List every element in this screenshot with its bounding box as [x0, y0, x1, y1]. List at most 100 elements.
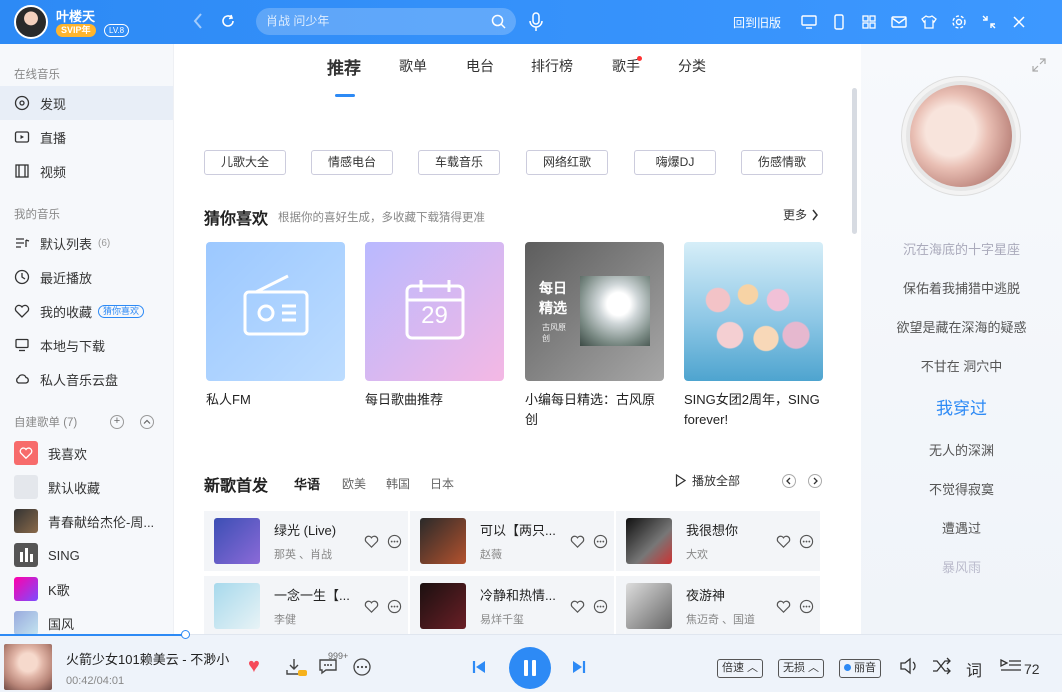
song-item[interactable]: 一念一生【... 李健: [204, 576, 408, 634]
category-chip[interactable]: 嗨爆DJ: [634, 150, 716, 175]
lyrics-toggle-button[interactable]: 词: [966, 657, 982, 681]
now-playing-cover[interactable]: [4, 644, 52, 690]
like-icon[interactable]: [570, 534, 585, 549]
sidebar-item-local-download[interactable]: 本地与下载: [0, 328, 173, 362]
song-item[interactable]: 绿光 (Live) 那英 、肖战: [204, 511, 408, 571]
song-name[interactable]: 我很想你: [686, 520, 772, 539]
close-icon[interactable]: [1010, 13, 1028, 31]
tab-singers[interactable]: 歌手: [612, 56, 640, 76]
song-artist[interactable]: 易烊千玺: [480, 611, 566, 627]
card-title[interactable]: 私人FM: [206, 390, 352, 410]
playlist-queue-icon[interactable]: [1000, 657, 1022, 675]
sidebar-item-discover[interactable]: 发现: [0, 86, 173, 120]
voice-search-icon[interactable]: [528, 12, 544, 32]
lang-tab-chinese[interactable]: 华语: [294, 474, 320, 493]
tab-categories[interactable]: 分类: [678, 56, 706, 76]
like-icon[interactable]: [364, 534, 379, 549]
more-options-icon[interactable]: [593, 599, 608, 614]
progress-handle[interactable]: [180, 630, 190, 639]
song-item[interactable]: 我很想你 大欢: [616, 511, 820, 571]
search-icon[interactable]: [491, 14, 506, 29]
back-to-old-version-button[interactable]: 回到旧版: [733, 14, 781, 31]
more-options-icon[interactable]: [799, 599, 814, 614]
song-name[interactable]: 夜游神: [686, 585, 772, 604]
sidebar-item-favorites[interactable]: 我的收藏 猜你喜欢: [0, 294, 173, 328]
like-icon[interactable]: [776, 534, 791, 549]
mini-mode-icon[interactable]: [980, 13, 998, 31]
lang-tab-japanese[interactable]: 日本: [430, 475, 454, 492]
song-name[interactable]: 一念一生【...: [274, 585, 360, 604]
settings-gear-icon[interactable]: [950, 13, 968, 31]
category-chip[interactable]: 网络红歌: [526, 150, 608, 175]
refresh-icon[interactable]: [219, 12, 237, 30]
sidebar-item-live[interactable]: 直播: [0, 120, 173, 154]
more-options-icon[interactable]: [799, 534, 814, 549]
card-title[interactable]: 小编每日精选：古风原创: [525, 390, 665, 430]
apps-grid-icon[interactable]: [860, 13, 878, 31]
more-options-icon[interactable]: [593, 534, 608, 549]
category-chip[interactable]: 伤感情歌: [741, 150, 823, 175]
album-disc[interactable]: [902, 77, 1020, 195]
search-input[interactable]: 肖战 问少年: [256, 8, 516, 35]
category-chip[interactable]: 车载音乐: [418, 150, 500, 175]
category-chip[interactable]: 儿歌大全: [204, 150, 286, 175]
add-playlist-icon[interactable]: +: [110, 415, 124, 429]
quality-button[interactable]: 无损 ︿: [778, 659, 825, 678]
song-item[interactable]: 可以【两只... 赵薇: [410, 511, 614, 571]
category-chip[interactable]: 情感电台: [311, 150, 393, 175]
back-arrow-icon[interactable]: [192, 12, 204, 30]
tab-charts[interactable]: 排行榜: [531, 56, 573, 76]
playlist-item[interactable]: K歌: [0, 572, 173, 606]
progress-bar[interactable]: [0, 634, 185, 636]
guess-you-like-tag[interactable]: 猜你喜欢: [98, 304, 145, 318]
song-item[interactable]: 夜游神焦迈奇 、国道: [616, 576, 820, 634]
playlist-item[interactable]: SING: [0, 538, 173, 572]
lang-tab-korean[interactable]: 韩国: [386, 475, 410, 492]
next-page-icon[interactable]: [808, 474, 822, 488]
more-options-icon[interactable]: [387, 534, 402, 549]
song-item[interactable]: 冷静和热情... 易烊千玺: [410, 576, 614, 634]
more-button[interactable]: 更多: [783, 206, 819, 223]
playlist-item[interactable]: 默认收藏: [0, 470, 173, 504]
collapse-playlists-icon[interactable]: [140, 415, 154, 429]
editor-picks-card[interactable]: 每日精选 古风原创: [525, 242, 664, 381]
song-name[interactable]: 绿光 (Live): [274, 520, 360, 539]
like-icon[interactable]: [776, 599, 791, 614]
shuffle-icon[interactable]: [932, 657, 952, 675]
next-track-icon[interactable]: [571, 659, 587, 675]
username[interactable]: 叶楼天: [56, 6, 95, 25]
tab-radio[interactable]: 电台: [466, 56, 494, 76]
now-playing-title[interactable]: 火箭少女101赖美云 - 不渺小: [66, 649, 229, 668]
song-artist[interactable]: 那英 、肖战: [274, 546, 360, 562]
sidebar-item-cloud[interactable]: 私人音乐云盘: [0, 362, 173, 396]
card-title[interactable]: 每日歌曲推荐: [365, 390, 511, 410]
song-name[interactable]: 冷静和热情...: [480, 585, 566, 604]
private-fm-card[interactable]: [206, 242, 345, 381]
more-options-icon[interactable]: [387, 599, 402, 614]
tab-recommend[interactable]: 推荐: [327, 54, 361, 79]
previous-track-icon[interactable]: [471, 659, 487, 675]
expand-icon[interactable]: [1032, 58, 1046, 72]
song-artist[interactable]: 李健: [274, 611, 360, 627]
like-icon[interactable]: [364, 599, 379, 614]
play-all-button[interactable]: 播放全部: [675, 472, 740, 489]
song-artist[interactable]: 赵薇: [480, 546, 566, 562]
tab-playlists[interactable]: 歌单: [399, 56, 427, 76]
skin-icon[interactable]: [920, 13, 938, 31]
sidebar-item-recent[interactable]: 最近播放: [0, 260, 173, 294]
song-name[interactable]: 可以【两只...: [480, 520, 566, 539]
sing-anniversary-card[interactable]: [684, 242, 823, 381]
more-options-icon[interactable]: [352, 657, 372, 677]
svip-badge[interactable]: SVIP年: [56, 24, 96, 37]
song-artist[interactable]: 大欢: [686, 546, 772, 562]
song-artist[interactable]: 焦迈奇 、国道: [686, 611, 772, 627]
playlist-item[interactable]: 国风: [0, 606, 173, 634]
mobile-icon[interactable]: [830, 13, 848, 31]
speed-button[interactable]: 倍速 ︿: [717, 659, 764, 678]
card-title[interactable]: SING女团2周年，SING forever!: [684, 390, 829, 430]
daily-songs-card[interactable]: 29: [365, 242, 504, 381]
desktop-icon[interactable]: [800, 13, 818, 31]
playlist-item[interactable]: 我喜欢: [0, 436, 173, 470]
playlist-item[interactable]: 青春献给杰伦-周...: [0, 504, 173, 538]
download-vip-icon[interactable]: [285, 657, 307, 677]
